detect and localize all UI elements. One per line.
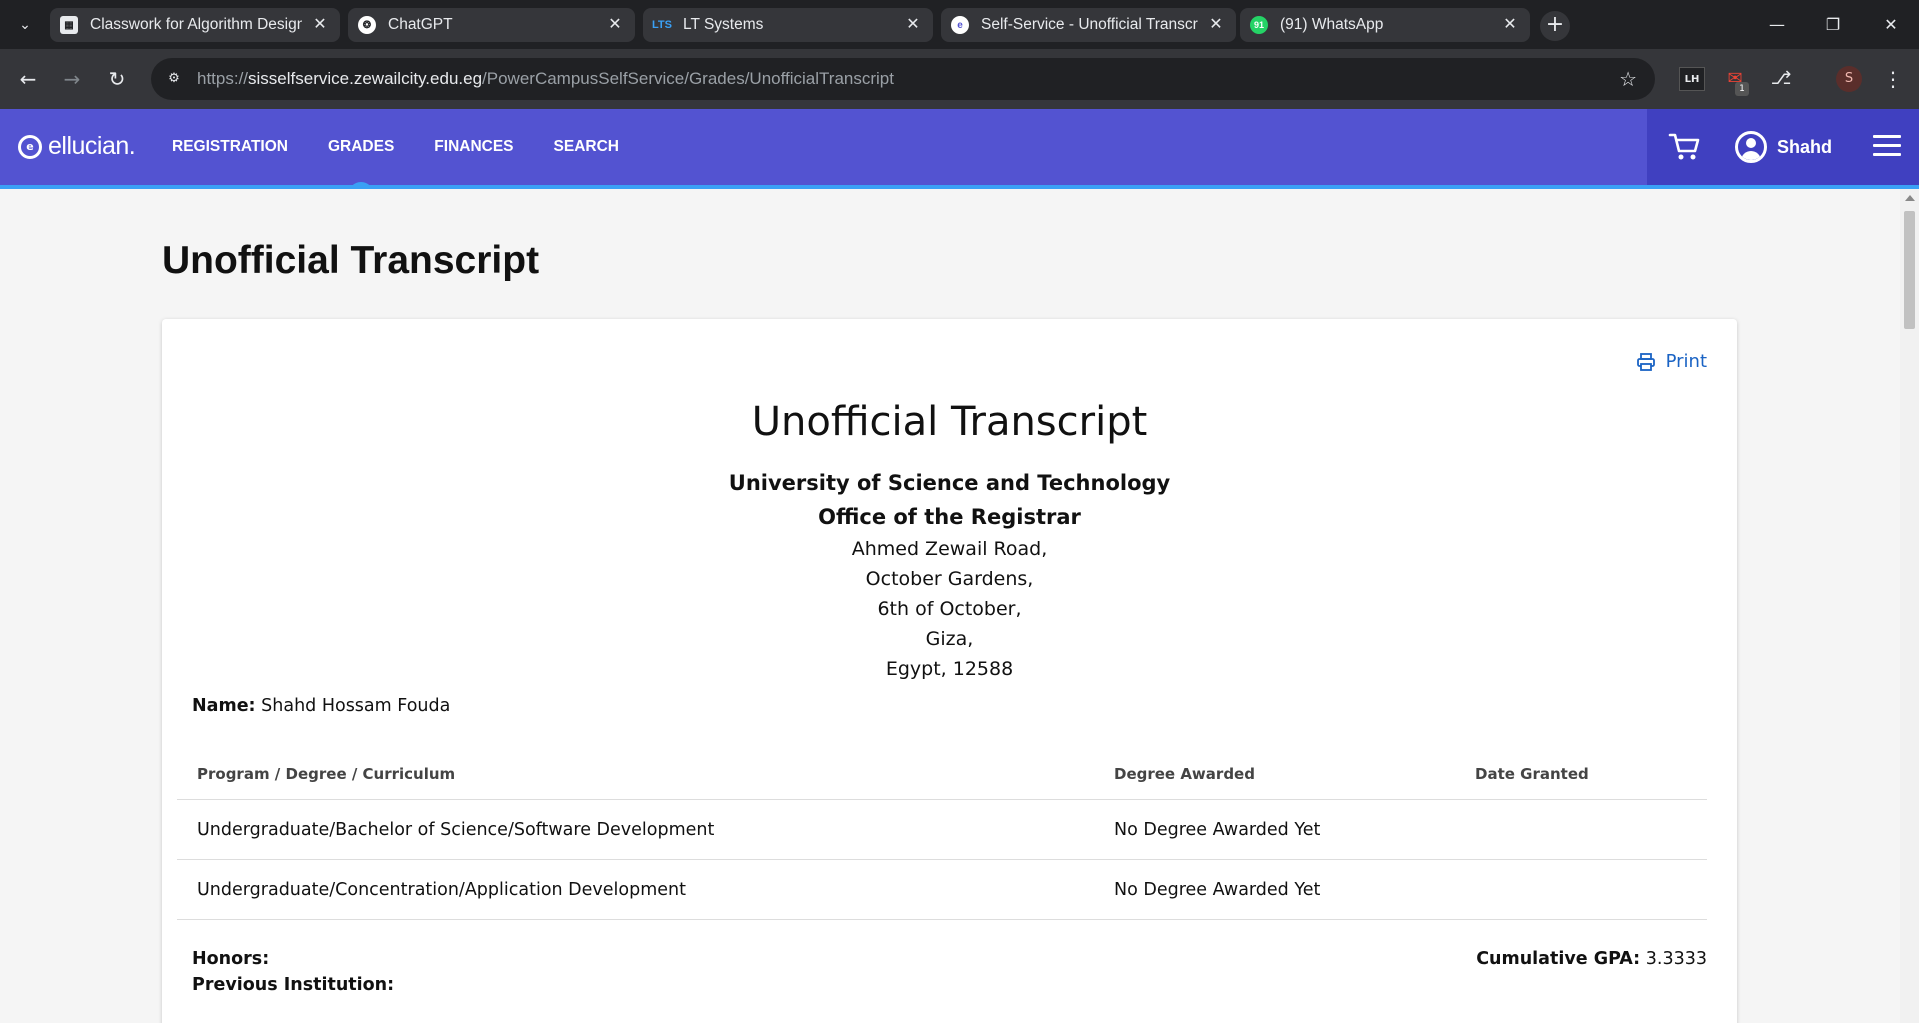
close-tab-icon[interactable]: ✕ bbox=[1500, 15, 1520, 35]
table-row: Undergraduate/Bachelor of Science/Softwa… bbox=[177, 800, 1707, 860]
name-value: Shahd Hossam Fouda bbox=[261, 696, 451, 716]
ellucian-logo[interactable]: e ellucian. bbox=[18, 132, 136, 161]
extension-badge: 1 bbox=[1735, 82, 1749, 96]
back-arrow-icon[interactable]: ← bbox=[14, 65, 42, 93]
honors-label: Honors: bbox=[192, 949, 270, 969]
url-text[interactable]: https://sisselfservice.zewailcity.edu.eg… bbox=[197, 69, 894, 89]
whatsapp-icon: 91 bbox=[1250, 16, 1268, 34]
new-tab-button[interactable]: + bbox=[1540, 11, 1570, 41]
page-title: Unofficial Transcript bbox=[162, 239, 540, 282]
nav-registration[interactable]: REGISTRATION bbox=[172, 109, 288, 185]
address-line: Egypt, 12588 bbox=[885, 658, 1014, 680]
nav-finances[interactable]: FINANCES bbox=[434, 109, 513, 185]
nav-grades[interactable]: GRADES bbox=[328, 109, 394, 195]
scroll-up-arrow-icon[interactable] bbox=[1905, 195, 1915, 201]
print-label: Print bbox=[1665, 351, 1707, 372]
printer-icon bbox=[1636, 352, 1655, 371]
tab-search-chevron-icon[interactable]: ⌄ bbox=[12, 12, 38, 38]
restore-icon[interactable]: ❐ bbox=[1818, 10, 1848, 40]
previous-institution-label: Previous Institution: bbox=[192, 975, 395, 995]
transcript-title: Unofficial Transcript bbox=[751, 399, 1148, 445]
degree-cell: No Degree Awarded Yet bbox=[1114, 820, 1321, 840]
page-scrollbar[interactable] bbox=[1900, 189, 1919, 1023]
ellucian-logo-mark-icon: e bbox=[18, 134, 42, 159]
user-menu[interactable]: Shahd bbox=[1735, 131, 1832, 163]
logo-text: ellucian. bbox=[48, 132, 136, 160]
cart-icon[interactable] bbox=[1667, 129, 1703, 165]
table-header-row: Program / Degree / Curriculum Degree Awa… bbox=[177, 749, 1707, 800]
column-header-date: Date Granted bbox=[1475, 765, 1589, 783]
lts-icon: LTS bbox=[652, 19, 672, 31]
tab-title: Classwork for Algorithm Design bbox=[90, 16, 302, 33]
classroom-icon: ▦ bbox=[60, 16, 78, 34]
browser-tab-self-service[interactable]: e Self-Service - Unofficial Transcri ✕ bbox=[941, 8, 1236, 42]
header-actions: Shahd bbox=[1647, 109, 1919, 185]
app-header: e ellucian. REGISTRATION GRADES FINANCES… bbox=[0, 109, 1919, 195]
user-name: Shahd bbox=[1777, 136, 1833, 157]
program-cell: Undergraduate/Concentration/Application … bbox=[197, 880, 686, 900]
cumulative-gpa: Cumulative GPA: 3.3333 bbox=[1476, 949, 1707, 969]
close-tab-icon[interactable]: ✕ bbox=[1206, 15, 1226, 35]
tab-title: ChatGPT bbox=[388, 16, 453, 33]
bookmark-star-icon[interactable]: ☆ bbox=[1619, 68, 1637, 90]
main-nav: REGISTRATION GRADES FINANCES SEARCH bbox=[172, 109, 659, 195]
reload-icon[interactable]: ↻ bbox=[103, 65, 131, 93]
close-tab-icon[interactable]: ✕ bbox=[903, 15, 923, 35]
hamburger-menu-icon[interactable] bbox=[1873, 135, 1901, 157]
profile-avatar[interactable]: S bbox=[1836, 66, 1862, 92]
address-line: Giza, bbox=[925, 628, 974, 650]
degree-cell: No Degree Awarded Yet bbox=[1114, 880, 1321, 900]
column-header-degree: Degree Awarded bbox=[1114, 765, 1255, 783]
close-tab-icon[interactable]: ✕ bbox=[605, 15, 625, 35]
tab-title: (91) WhatsApp bbox=[1280, 16, 1384, 33]
column-header-program: Program / Degree / Curriculum bbox=[197, 765, 456, 783]
url-prefix: https:// bbox=[197, 69, 249, 88]
address-line: 6th of October, bbox=[877, 598, 1022, 620]
close-window-icon[interactable]: ✕ bbox=[1876, 10, 1906, 40]
scrollbar-thumb[interactable] bbox=[1904, 211, 1915, 329]
institution-name: University of Science and Technology bbox=[728, 471, 1171, 495]
transcript-card: Print Unofficial Transcript University o… bbox=[162, 319, 1737, 1023]
address-bar[interactable]: ⚙ https://sisselfservice.zewailcity.edu.… bbox=[151, 58, 1655, 100]
url-host: sisselfservice.zewailcity.edu.eg bbox=[248, 69, 483, 88]
url-path: /PowerCampusSelfService/Grades/Unofficia… bbox=[482, 69, 894, 88]
main-content: Unofficial Transcript Print Unofficial T… bbox=[0, 189, 1900, 1023]
tab-title: Self-Service - Unofficial Transcri bbox=[981, 16, 1198, 33]
address-line: October Gardens, bbox=[865, 568, 1034, 590]
ellucian-icon: e bbox=[951, 16, 969, 34]
browser-tab-classroom[interactable]: ▦ Classwork for Algorithm Design ✕ bbox=[50, 8, 340, 42]
close-tab-icon[interactable]: ✕ bbox=[310, 15, 330, 35]
table-row: Undergraduate/Concentration/Application … bbox=[177, 860, 1707, 920]
browser-tab-lt-systems[interactable]: LTS LT Systems ✕ bbox=[643, 8, 933, 42]
print-button[interactable]: Print bbox=[1636, 351, 1707, 372]
browser-tab-whatsapp[interactable]: 91 (91) WhatsApp ✕ bbox=[1240, 8, 1530, 42]
registrar-office: Office of the Registrar bbox=[818, 505, 1081, 529]
address-line: Ahmed Zewail Road, bbox=[851, 538, 1048, 560]
browser-tab-chatgpt[interactable]: ❂ ChatGPT ✕ bbox=[348, 8, 635, 42]
forward-arrow-icon[interactable]: → bbox=[58, 65, 86, 93]
chatgpt-icon: ❂ bbox=[358, 16, 376, 34]
program-cell: Undergraduate/Bachelor of Science/Softwa… bbox=[197, 820, 715, 840]
gpa-label: Cumulative GPA: bbox=[1476, 949, 1641, 969]
site-settings-icon[interactable]: ⚙ bbox=[163, 68, 185, 90]
program-table: Program / Degree / Curriculum Degree Awa… bbox=[177, 749, 1707, 920]
gpa-value: 3.3333 bbox=[1645, 949, 1707, 969]
browser-menu-icon[interactable]: ⋮ bbox=[1883, 65, 1903, 93]
student-name: Name: Shahd Hossam Fouda bbox=[192, 696, 450, 716]
extensions-puzzle-icon[interactable]: ⎇ bbox=[1768, 67, 1794, 91]
tab-title: LT Systems bbox=[683, 16, 764, 33]
nav-search[interactable]: SEARCH bbox=[554, 109, 619, 185]
browser-tabstrip: ⌄ ▦ Classwork for Algorithm Design ✕ ❂ C… bbox=[0, 0, 1919, 49]
user-avatar-icon bbox=[1735, 131, 1767, 163]
extension-lh-icon[interactable]: LH bbox=[1679, 67, 1705, 91]
name-label: Name: bbox=[192, 696, 256, 716]
browser-toolbar: ← → ↻ ⚙ https://sisselfservice.zewailcit… bbox=[0, 49, 1919, 109]
minimize-icon[interactable]: — bbox=[1762, 10, 1792, 40]
